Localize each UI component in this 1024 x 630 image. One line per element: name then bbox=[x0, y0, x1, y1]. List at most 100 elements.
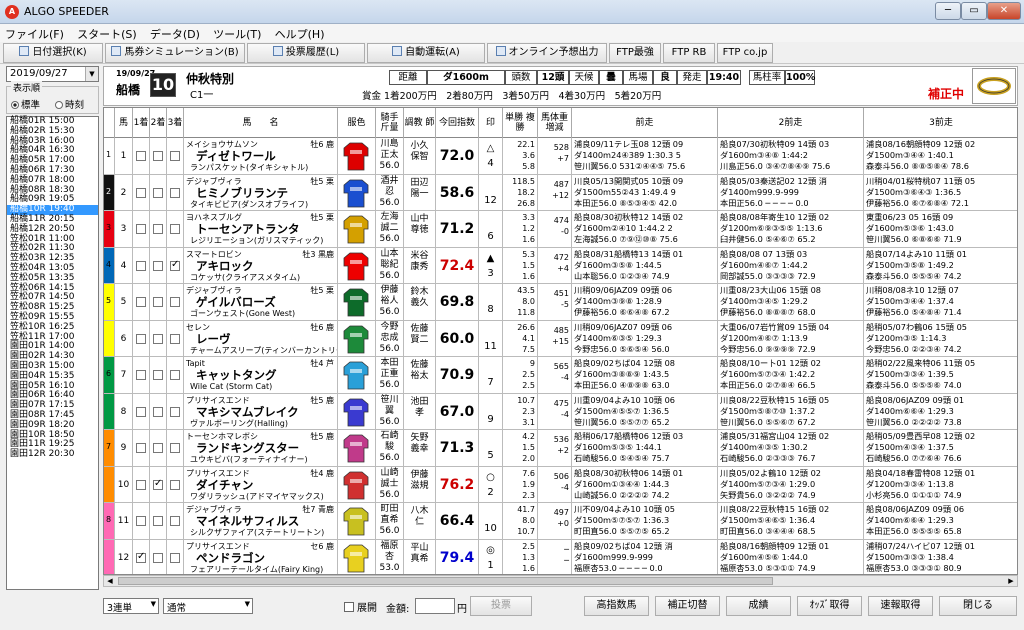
menu-start[interactable]: スタート(S) bbox=[72, 24, 142, 44]
horse-name-cell[interactable]: ヨハネスブルグ 牡5 栗トーセンアトランタ レジリエーション(ガリスマティック) bbox=[184, 211, 338, 247]
place-checkbox[interactable] bbox=[133, 138, 150, 174]
place-checkbox[interactable] bbox=[150, 247, 167, 283]
horse-name-cell[interactable]: プリサイスエンド 牡4 鹿ダイチャン ワダリラッシュ(アドマイヤマックス) bbox=[184, 466, 338, 502]
past-race-1[interactable]: 川重09/04よみ10 10頭 06 ダ1500m④⑤⑤⑦ 1:36.5 笹川翼… bbox=[572, 393, 718, 429]
place-checkbox[interactable] bbox=[167, 247, 184, 283]
place-checkbox[interactable] bbox=[167, 539, 184, 574]
high-index-button[interactable]: 高指数馬 bbox=[584, 596, 649, 616]
past-race-1[interactable]: 浦良09/11テレ玉08 12頭 09 ダ1400m24④389 1:30.3 … bbox=[572, 138, 718, 174]
table-row[interactable]: 1 1 メイショウサムソン 牡6 鹿ディゼトワール ランパスケット(タイキシャトル) 川島… bbox=[104, 138, 1017, 175]
column-header[interactable]: 前走 bbox=[572, 108, 718, 138]
past-race-2[interactable]: 船良08/08年寄生10 12頭 02 ダ1200m⑥⑨③⑤⑤ 1:13.6 臼… bbox=[718, 211, 864, 247]
place-checkbox[interactable] bbox=[167, 138, 184, 174]
past-race-1[interactable]: 船良09/02ちば04 12頭 08 ダ1600m③⑧⑧⑨ 1:43.5 本田正… bbox=[572, 357, 718, 393]
vote-button[interactable]: 投票 bbox=[470, 596, 532, 616]
place-checkbox[interactable] bbox=[167, 174, 184, 210]
menu-data[interactable]: データ(D) bbox=[145, 24, 205, 44]
place-checkbox[interactable] bbox=[150, 284, 167, 320]
menu-file[interactable]: ファイル(F) bbox=[0, 24, 69, 44]
place-checkbox[interactable] bbox=[167, 466, 184, 502]
past-race-1[interactable]: 船良08/31船橋特13 14頭 01 ダ1600m③⑤⑧ 1:44.5 山本聡… bbox=[572, 247, 718, 283]
table-row[interactable]: 12 プリサイスエンドセ6 鹿ペンドラゴンフェアリーテールタイム(Fairy Ki… bbox=[104, 539, 1017, 575]
place-checkbox[interactable] bbox=[150, 503, 167, 539]
horse-name-cell[interactable]: トーセンホマレボシ 牡5 鹿ランドキングスター ユウキビバ(フォーティナイナー) bbox=[184, 430, 338, 466]
past-race-3[interactable]: 川稍08/08ネ10 12頭 07 ダ1500m③④④ 1:37.4 伊藤裕56… bbox=[864, 284, 1017, 320]
past-race-2[interactable]: 船良08/10ー卜01 12頭 02 ダ1600m⑤⑦③④ 1:42.2 本田正… bbox=[718, 357, 864, 393]
race-list[interactable]: 船橋01R 15:00 船橋02R 15:30 船橋03R 16:00 船橋04R 1… bbox=[6, 116, 99, 590]
place-checkbox[interactable] bbox=[133, 357, 150, 393]
amount-input[interactable] bbox=[415, 598, 455, 614]
horse-name-cell[interactable]: セレン 牡6 鹿レーヴ チャームアスリープ(ティンバーカントリー) bbox=[184, 320, 338, 356]
horse-name-cell[interactable]: スマートロビン 牡3 黒鹿 アキロック コケッサ(クライアスメタイム) bbox=[184, 247, 338, 283]
past-race-2[interactable]: 川良08/22豆秋特15 16頭 02 ダ1500m⑤④⑥⑤ 1:36.4 町田… bbox=[718, 503, 864, 539]
correction-toggle-button[interactable]: 補正切替 bbox=[655, 596, 720, 616]
place-checkbox[interactable] bbox=[167, 430, 184, 466]
past-race-1[interactable]: 川稍09/06JAZ09 09頭 06 ダ1400m③⑨⑧ 1:28.9 伊藤裕… bbox=[572, 284, 718, 320]
horizontal-scrollbar[interactable]: ◀ ▶ bbox=[103, 575, 1018, 587]
place-checkbox[interactable] bbox=[167, 357, 184, 393]
column-header[interactable]: 3着 bbox=[167, 108, 184, 138]
past-race-2[interactable]: 川良08/22豆秋特15 16頭 05 ダ1500m⑤⑧⑦⑩ 1:37.2 笹川… bbox=[718, 393, 864, 429]
place-checkbox[interactable] bbox=[150, 393, 167, 429]
results-button[interactable]: 成績 bbox=[726, 596, 791, 616]
ftp-saikyo-button[interactable]: FTP最強 bbox=[609, 43, 661, 63]
past-race-3[interactable]: 船稍05/09豊西早08 12頭 02 ダ1500m④③④ 1:37.5 石崎駿… bbox=[864, 430, 1017, 466]
column-header[interactable]: 馬 名 bbox=[184, 108, 338, 138]
table-row[interactable]: 2 2 デジャブヴィラ 牡5 栗ヒミノブリランテ タイキビビア(ダンスオブライフ) 酒井 … bbox=[104, 174, 1017, 211]
horse-name-cell[interactable]: プリサイスエンド 牡5 鹿マキシマムブレイク ヴァルボーリング(Halling) bbox=[184, 393, 338, 429]
table-row[interactable]: 6 7 Tapit 牡4 芦キャットタング Wile Cat (Storm Cat) 本田… bbox=[104, 357, 1017, 394]
table-row[interactable]: 5 5 デジャブヴィラ 牡5 栗ゲイルバローズ ゴーンウェスト(Gone West) 伊藤… bbox=[104, 284, 1017, 321]
place-checkbox[interactable] bbox=[167, 320, 184, 356]
place-checkbox[interactable] bbox=[133, 503, 150, 539]
menu-help[interactable]: ヘルプ(H) bbox=[270, 24, 330, 44]
past-race-2[interactable]: 船良05/03秦送記02 12頭 消 ダ1400m999.9-999 本田正56… bbox=[718, 174, 864, 210]
column-header[interactable]: 騎手 斤量 bbox=[376, 108, 404, 138]
auto-run-button[interactable]: 自動運転(A) bbox=[367, 43, 485, 63]
past-race-3[interactable]: 船稍05/07わ鶴06 15頭 05 ダ1200m③⑤ 1:14.3 今野忠56… bbox=[864, 321, 1017, 357]
place-checkbox[interactable] bbox=[150, 174, 167, 210]
horse-name-cell[interactable]: デジャブヴィラ 牡7 青鹿 マイネルサフィルス シルクザファイア(ステートリートン) bbox=[184, 503, 338, 539]
table-row[interactable]: 7 9 トーセンホマレボシ 牡5 鹿ランドキングスター ユウキビバ(フォーティナイナー)… bbox=[104, 430, 1017, 467]
vote-history-button[interactable]: 投票履歴(L) bbox=[247, 43, 365, 63]
place-checkbox[interactable] bbox=[150, 466, 167, 502]
past-race-2[interactable]: 船良07/30初秋特09 14頭 03 ダ1600m③④⑧ 1:44:2 川島正… bbox=[718, 138, 864, 174]
past-race-2[interactable]: 川重08/23大山06 15頭 08 ダ1400m③④⑤ 1:29.2 伊藤裕5… bbox=[718, 284, 864, 320]
past-race-1[interactable]: 船稍06/17船橋特06 12頭 03 ダ1600m⑤③⑤ 1:44.1 石崎駿… bbox=[572, 430, 718, 466]
place-checkbox[interactable] bbox=[167, 284, 184, 320]
past-race-3[interactable]: 船良08/06JAZ09 09頭 01 ダ1400m⑥⑥④ 1:29.3 笹川翼… bbox=[864, 394, 1017, 430]
past-race-3[interactable]: 浦稍07/24ハイビ07 12頭 01 ダ1500m③③③ 1:38.4 福原杏… bbox=[864, 540, 1017, 575]
column-header[interactable]: 調教 師 bbox=[404, 108, 436, 138]
past-race-3[interactable]: 東重06/23 05 16頭 09 ダ1600m⑤③⑥ 1:43.0 笹川翼56… bbox=[864, 211, 1017, 247]
close-button[interactable]: 閉じる bbox=[939, 596, 1017, 616]
column-header[interactable]: 1着 bbox=[133, 108, 150, 138]
ftp-rb-button[interactable]: FTP RB bbox=[663, 43, 715, 63]
place-checkbox[interactable] bbox=[133, 539, 150, 574]
place-checkbox[interactable] bbox=[167, 503, 184, 539]
place-checkbox[interactable] bbox=[133, 211, 150, 247]
minimize-button[interactable]: ─ bbox=[935, 2, 961, 20]
date-select-button[interactable]: 日付選択(K) bbox=[3, 43, 103, 63]
scroll-left-icon[interactable]: ◀ bbox=[104, 576, 116, 586]
close-window-button[interactable]: ✕ bbox=[987, 2, 1021, 20]
place-checkbox[interactable] bbox=[133, 430, 150, 466]
past-race-3[interactable]: 浦良08/16朝顔特09 12頭 02 ダ1500m③④④ 1:40.1 森泰斗… bbox=[864, 138, 1017, 174]
ftp-cojp-button[interactable]: FTP co.jp bbox=[717, 43, 773, 63]
past-race-3[interactable]: 船良07/14よみ10 11頭 01 ダ1500m③⑤⑧ 1:49.2 森泰斗5… bbox=[864, 248, 1017, 284]
past-race-3[interactable]: 船良08/06JAZ09 09頭 06 ダ1400m⑥⑥④ 1:29.3 本田正… bbox=[864, 503, 1017, 539]
column-header[interactable]: 今回指数 bbox=[436, 108, 479, 138]
past-race-3[interactable]: 船稍02/22風来特06 11頭 05 ダ1500m③③④ 1:39.5 森泰斗… bbox=[864, 357, 1017, 393]
column-header[interactable]: 3前走 bbox=[864, 108, 1017, 138]
radio-standard[interactable]: 標準 bbox=[11, 97, 40, 111]
place-checkbox[interactable] bbox=[150, 539, 167, 574]
table-row[interactable]: 8 11 デジャブヴィラ 牡7 青鹿 マイネルサフィルス シルクザファイア(ステートリート… bbox=[104, 503, 1017, 540]
table-row[interactable]: 3 3 ヨハネスブルグ 牡5 栗トーセンアトランタ レジリエーション(ガリスマティック)… bbox=[104, 211, 1017, 248]
column-header[interactable]: 馬 bbox=[115, 108, 133, 138]
menu-tool[interactable]: ツール(T) bbox=[208, 24, 266, 44]
past-race-1[interactable]: 船良08/30初秋特06 14頭 01 ダ1600m①③④④ 1:44.3 山崎… bbox=[572, 466, 718, 502]
past-race-1[interactable]: 川不09/04よみ10 10頭 05 ダ1500m⑤⑦⑤⑦ 1:36.3 町田直… bbox=[572, 503, 718, 539]
tenkai-checkbox[interactable]: 展開 bbox=[344, 599, 377, 614]
past-race-1[interactable]: 船良09/02ちば04 12頭 消 ダ1600m999.9-999 福原杏53.… bbox=[572, 539, 718, 574]
past-race-1[interactable]: 川稍09/06JAZ07 09頭 06 ダ1400m⑥③⑤ 1:29.3 今野忠… bbox=[572, 320, 718, 356]
table-row[interactable]: 8 プリサイスエンド 牡5 鹿マキシマムブレイク ヴァルボーリング(Halling) 笹… bbox=[104, 393, 1017, 430]
column-header[interactable]: 単勝 複勝 bbox=[503, 108, 538, 138]
